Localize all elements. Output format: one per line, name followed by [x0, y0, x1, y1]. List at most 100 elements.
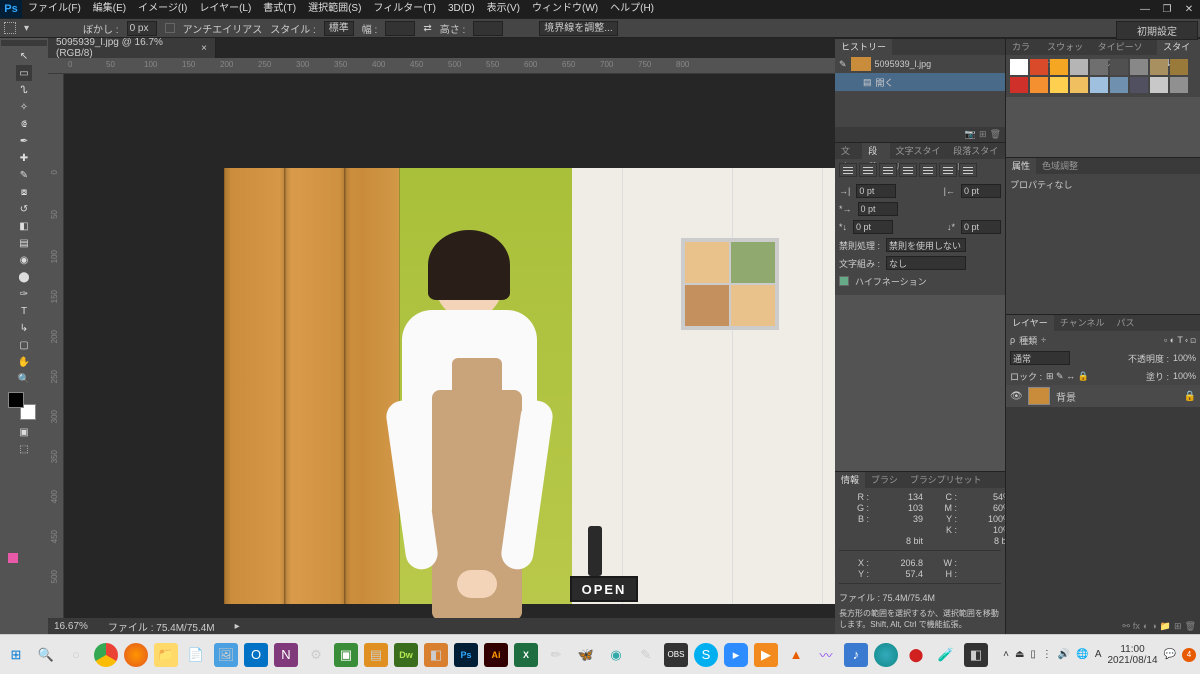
vlc-icon[interactable]: ▲	[784, 643, 808, 667]
action-center-icon[interactable]: 💬	[1164, 649, 1176, 660]
delete-icon[interactable]: 🗑	[1185, 621, 1196, 632]
style-swatch[interactable]	[1010, 77, 1028, 93]
style-swatch[interactable]	[1050, 77, 1068, 93]
menu-image[interactable]: イメージ(I)	[132, 0, 193, 18]
history-brush-tool[interactable]: ↺	[16, 201, 32, 217]
character-tab[interactable]: 文字	[835, 143, 862, 159]
pen-tool[interactable]: ✑	[16, 286, 32, 302]
marquee-tool-icon[interactable]	[4, 22, 16, 34]
hyphen-checkbox[interactable]	[839, 276, 849, 286]
shape-tool[interactable]: ▢	[16, 337, 32, 353]
dreamweaver-icon[interactable]: Dw	[394, 643, 418, 667]
app-icon-4[interactable]: ◉	[604, 643, 628, 667]
mask-icon[interactable]: ◐	[1143, 621, 1148, 632]
menu-file[interactable]: ファイル(F)	[22, 0, 87, 18]
camera-icon[interactable]: 📷	[965, 129, 976, 140]
canvas[interactable]: OPEN	[224, 168, 835, 604]
mojikumi-select[interactable]: なし	[886, 256, 966, 270]
explorer-icon[interactable]: 📁	[154, 643, 178, 667]
minimize-button[interactable]: —	[1134, 1, 1156, 17]
style-swatch[interactable]	[1110, 59, 1128, 75]
maximize-button[interactable]: ❐	[1156, 1, 1178, 17]
lasso-tool[interactable]: ᔐ	[16, 82, 32, 98]
notepad-icon[interactable]: 📄	[184, 643, 208, 667]
cortana-button[interactable]: ○	[64, 643, 88, 667]
notification-badge[interactable]: 4	[1182, 648, 1196, 662]
music-icon[interactable]: ♪	[844, 643, 868, 667]
start-button[interactable]: ⊞	[4, 643, 28, 667]
height-input[interactable]	[473, 21, 503, 36]
zoom-value[interactable]: 16.67%	[54, 621, 88, 632]
history-source[interactable]: ✎ 5095939_l.jpg	[835, 55, 1005, 73]
layers-tab[interactable]: レイヤー	[1006, 315, 1054, 331]
document-tab[interactable]: 5095939_l.jpg @ 16.7% (RGB/8)×	[48, 38, 216, 58]
marquee-tool[interactable]: ▭	[16, 65, 32, 81]
justify-last-center[interactable]	[919, 163, 937, 177]
foreground-background-colors[interactable]	[8, 392, 40, 420]
photos-icon[interactable]: 🖼	[214, 643, 238, 667]
adjust-icon[interactable]: ◑	[1151, 621, 1156, 632]
excel-icon[interactable]: X	[514, 643, 538, 667]
stamp-tool[interactable]: ⧇	[16, 184, 32, 200]
tray-ime-icon[interactable]: A	[1095, 649, 1102, 660]
gradient-tool[interactable]: ▤	[16, 235, 32, 251]
swatches-tab[interactable]: スウォッチ	[1041, 39, 1092, 55]
menu-layer[interactable]: レイヤー(L)	[193, 0, 257, 18]
antialias-checkbox[interactable]	[165, 23, 175, 33]
styles-tab[interactable]: スタイル	[1157, 39, 1200, 55]
menu-view[interactable]: 表示(V)	[481, 0, 526, 18]
style-swatch[interactable]	[1070, 59, 1088, 75]
fx-icon[interactable]: fx	[1133, 621, 1140, 632]
blend-mode[interactable]: 通常	[1010, 351, 1070, 365]
menu-help[interactable]: ヘルプ(H)	[604, 0, 660, 18]
channels-tab[interactable]: チャンネル	[1054, 315, 1111, 331]
new-icon[interactable]: ⊞	[979, 129, 987, 140]
tray-drive-icon[interactable]: ⏏	[1015, 649, 1024, 660]
style-swatch[interactable]	[1130, 59, 1148, 75]
width-input[interactable]	[385, 21, 415, 36]
paths-tab[interactable]: パス	[1110, 315, 1140, 331]
clonesource-tab[interactable]: タイピーソース	[1092, 39, 1158, 55]
photoshop-icon[interactable]: Ps	[454, 643, 478, 667]
type-tool[interactable]: T	[16, 303, 32, 319]
history-tab[interactable]: ヒストリー	[835, 39, 892, 55]
tray-wifi-icon[interactable]: ⋮	[1042, 649, 1052, 660]
style-swatch[interactable]	[1150, 59, 1168, 75]
app-icon-5[interactable]: ✎	[634, 643, 658, 667]
justify-last-left[interactable]	[899, 163, 917, 177]
style-swatch[interactable]	[1030, 77, 1048, 93]
tray-battery-icon[interactable]: ▯	[1030, 649, 1036, 660]
menu-window[interactable]: ウィンドウ(W)	[526, 0, 604, 18]
color-tab[interactable]: カラー	[1006, 39, 1041, 55]
app-icon-6[interactable]: 〰	[814, 643, 838, 667]
eyedropper-tool[interactable]: ✒	[16, 133, 32, 149]
search-button[interactable]: 🔍	[34, 643, 58, 667]
app-icon-1[interactable]: ▤	[364, 643, 388, 667]
app-icon-8[interactable]: 🧪	[934, 643, 958, 667]
path-tool[interactable]: ↳	[16, 320, 32, 336]
menu-edit[interactable]: 編集(E)	[87, 0, 132, 18]
menu-type[interactable]: 書式(T)	[257, 0, 302, 18]
justify-last-right[interactable]	[939, 163, 957, 177]
firefox-icon[interactable]	[124, 643, 148, 667]
close-button[interactable]: ✕	[1178, 1, 1200, 17]
style-swatch[interactable]	[1010, 59, 1028, 75]
space-before[interactable]	[853, 220, 893, 234]
outlook-icon[interactable]: O	[244, 643, 268, 667]
tray-expand[interactable]: ˄	[1003, 649, 1009, 660]
adjustments-tab[interactable]: 色域調整	[1036, 158, 1084, 174]
indent-right[interactable]	[961, 184, 1001, 198]
layer-background[interactable]: 👁 背景 🔒	[1006, 385, 1200, 407]
app-icon-7[interactable]	[874, 643, 898, 667]
style-swatch[interactable]	[1070, 77, 1088, 93]
app-icon-9[interactable]: ◧	[964, 643, 988, 667]
justify-all[interactable]	[959, 163, 977, 177]
style-swatch[interactable]	[1090, 59, 1108, 75]
ruler-horizontal[interactable]: 0501001502002503003504004505005506006507…	[48, 58, 835, 74]
magic-wand-tool[interactable]: ✧	[16, 99, 32, 115]
taskbar-clock[interactable]: 11:002021/08/14	[1107, 644, 1157, 666]
skype-icon[interactable]: S	[694, 643, 718, 667]
kinsoku-select[interactable]: 禁則を使用しない	[886, 238, 966, 252]
trash-icon[interactable]: 🗑	[990, 129, 1001, 140]
tray-globe-icon[interactable]: 🌐	[1076, 649, 1088, 660]
